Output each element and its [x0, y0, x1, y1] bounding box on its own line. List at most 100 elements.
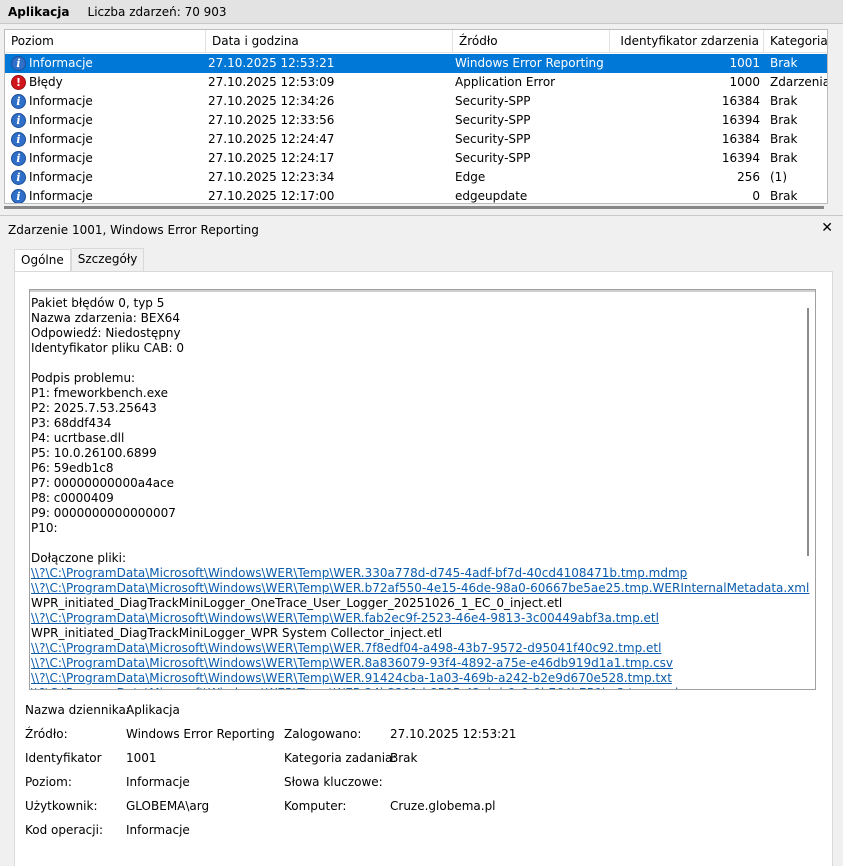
log-name-label: Nazwa dziennika: — [25, 703, 130, 717]
close-icon[interactable]: ✕ — [821, 220, 833, 236]
row-task-category: Brak — [770, 56, 798, 70]
log-name-value: Aplikacja — [126, 703, 180, 717]
info-icon: i — [11, 132, 26, 147]
computer-value: Cruze.globema.pl — [390, 799, 496, 813]
row-level-text: Błędy — [29, 75, 63, 89]
column-header: Poziom Data i godzina Źródło Identyfikat… — [5, 30, 827, 53]
description-line: P1: fmeworkbench.exe — [31, 386, 168, 400]
event-count: Liczba zdarzeń: 70 903 — [87, 4, 227, 19]
description-line: Dołączone pliki: — [31, 551, 126, 565]
keywords-label: Słowa kluczowe: — [284, 775, 383, 789]
attached-file-link[interactable]: \\?\C:\ProgramData\Microsoft\Windows\WER… — [31, 641, 801, 656]
row-level: i Informacje — [11, 92, 206, 111]
row-source: Security-SPP — [455, 132, 531, 146]
source-label: Źródło: — [25, 727, 68, 741]
description-line: Identyfikator pliku CAB: 0 — [31, 341, 184, 355]
row-level: i Informacje — [11, 149, 206, 168]
row-level: ! Błędy — [11, 73, 206, 92]
attached-file-link[interactable]: \\?\C:\ProgramData\Microsoft\Windows\WER… — [31, 686, 801, 689]
description-line: Nazwa zdarzenia: BEX64 — [31, 311, 180, 325]
row-task-category: Zdarzenia aplikacji — [770, 75, 828, 89]
description-scrollbar[interactable] — [807, 308, 809, 556]
row-date: 27.10.2025 12:23:34 — [208, 170, 335, 184]
info-icon: i — [11, 56, 26, 71]
table-row[interactable]: i Informacje 27.10.2025 12:33:56 Security-S… — [5, 111, 827, 130]
list-scroll-gutter[interactable] — [829, 29, 843, 204]
row-source: Security-SPP — [455, 113, 531, 127]
description-line: P4: ucrtbase.dll — [31, 431, 125, 445]
row-event-id: 256 — [737, 170, 760, 184]
opcode-label: Kod operacji: — [25, 823, 103, 837]
tab-general[interactable]: Ogólne — [14, 249, 71, 272]
list-horizontal-scrollbar[interactable] — [4, 204, 843, 213]
attached-file-link[interactable]: \\?\C:\ProgramData\Microsoft\Windows\WER… — [31, 656, 801, 671]
description-line: Podpis problemu: — [31, 371, 136, 385]
event-viewer-window: Aplikacja Liczba zdarzeń: 70 903 Poziom … — [0, 0, 843, 866]
column-task-category[interactable]: Kategoria zadania — [764, 30, 827, 53]
row-task-category: Brak — [770, 151, 798, 165]
row-level-text: Informacje — [29, 56, 93, 70]
description-top-border — [30, 290, 815, 292]
event-list[interactable]: Poziom Data i godzina Źródło Identyfikat… — [4, 29, 828, 204]
tab-details[interactable]: Szczegóły — [70, 248, 145, 271]
row-level-text: Informacje — [29, 151, 93, 165]
table-row[interactable]: ! Błędy 27.10.2025 12:53:09 Application Err… — [5, 73, 827, 92]
row-task-category: Brak — [770, 94, 798, 108]
row-level-text: Informacje — [29, 113, 93, 127]
user-label: Użytkownik: — [25, 799, 98, 813]
description-line: Pakiet błędów 0, typ 5 — [31, 296, 165, 310]
level-label: Poziom: — [25, 775, 72, 789]
row-source: Windows Error Reporting — [455, 56, 604, 70]
attached-file-link[interactable]: \\?\C:\ProgramData\Microsoft\Windows\WER… — [31, 581, 809, 596]
description-line: P8: c0000409 — [31, 491, 114, 505]
row-event-id: 16394 — [721, 151, 760, 165]
event-rows: i Informacje 27.10.2025 12:53:21 Windows Er… — [5, 54, 827, 203]
event-detail-pane: Zdarzenie 1001, Windows Error Reporting … — [0, 215, 843, 866]
table-row[interactable]: i Informacje 27.10.2025 12:24:47 Security-S… — [5, 130, 827, 149]
row-level-text: Informacje — [29, 189, 93, 203]
description-line — [31, 536, 801, 551]
tab-general-body: Pakiet błędów 0, typ 5 Nazwa zdarzenia: B… — [14, 271, 833, 866]
info-icon: i — [11, 151, 26, 166]
table-row[interactable]: i Informacje 27.10.2025 12:23:34 Edge 256 (1) — [5, 168, 827, 187]
row-event-id: 1000 — [729, 75, 760, 89]
row-source: edgeupdate — [455, 189, 528, 203]
description-box[interactable]: Pakiet błędów 0, typ 5 Nazwa zdarzenia: B… — [29, 289, 816, 690]
row-level: i Informacje — [11, 168, 206, 187]
row-level: i Informacje — [11, 54, 206, 73]
attached-file-link[interactable]: \\?\C:\ProgramData\Microsoft\Windows\WER… — [31, 611, 801, 626]
opcode-value: Informacje — [126, 823, 190, 837]
description-line: WPR_initiated_DiagTrackMiniLogger_OneTra… — [31, 596, 563, 610]
source-value: Windows Error Reporting — [126, 727, 275, 741]
column-source[interactable]: Źródło — [453, 30, 610, 53]
table-row[interactable]: i Informacje 27.10.2025 12:34:26 Security-S… — [5, 92, 827, 111]
attached-file-link[interactable]: \\?\C:\ProgramData\Microsoft\Windows\WER… — [31, 671, 801, 686]
column-event-id[interactable]: Identyfikator zdarzenia — [610, 30, 764, 53]
row-level-text: Informacje — [29, 94, 93, 108]
table-row[interactable]: i Informacje 27.10.2025 12:17:00 edgeupdate… — [5, 187, 827, 203]
computer-label: Komputer: — [284, 799, 347, 813]
logged-value: 27.10.2025 12:53:21 — [390, 727, 517, 741]
scrollbar-thumb[interactable] — [4, 206, 824, 209]
description-line: P2: 2025.7.53.25643 — [31, 401, 157, 415]
attached-file-link[interactable]: \\?\C:\ProgramData\Microsoft\Windows\WER… — [31, 566, 801, 581]
column-date[interactable]: Data i godzina — [206, 30, 453, 53]
description-line — [31, 356, 801, 371]
row-level: i Informacje — [11, 111, 206, 130]
event-id-value: 1001 — [126, 751, 157, 765]
table-row[interactable]: i Informacje 27.10.2025 12:53:21 Windows Er… — [5, 54, 827, 73]
description-line: P7: 00000000000a4ace — [31, 476, 175, 490]
row-date: 27.10.2025 12:34:26 — [208, 94, 335, 108]
description-line: P9: 0000000000000007 — [31, 506, 176, 520]
description-line: P6: 59edb1c8 — [31, 461, 114, 475]
table-row[interactable]: i Informacje 27.10.2025 12:24:17 Security-S… — [5, 149, 827, 168]
row-source: Application Error — [455, 75, 556, 89]
detail-tabs: Ogólne Szczegóły — [14, 248, 145, 272]
row-date: 27.10.2025 12:17:00 — [208, 189, 335, 203]
level-value: Informacje — [126, 775, 190, 789]
column-level[interactable]: Poziom — [5, 30, 206, 53]
row-date: 27.10.2025 12:53:09 — [208, 75, 335, 89]
event-id-label: Identyfikator — [25, 751, 102, 765]
row-source: Security-SPP — [455, 94, 531, 108]
row-date: 27.10.2025 12:53:21 — [208, 56, 335, 70]
